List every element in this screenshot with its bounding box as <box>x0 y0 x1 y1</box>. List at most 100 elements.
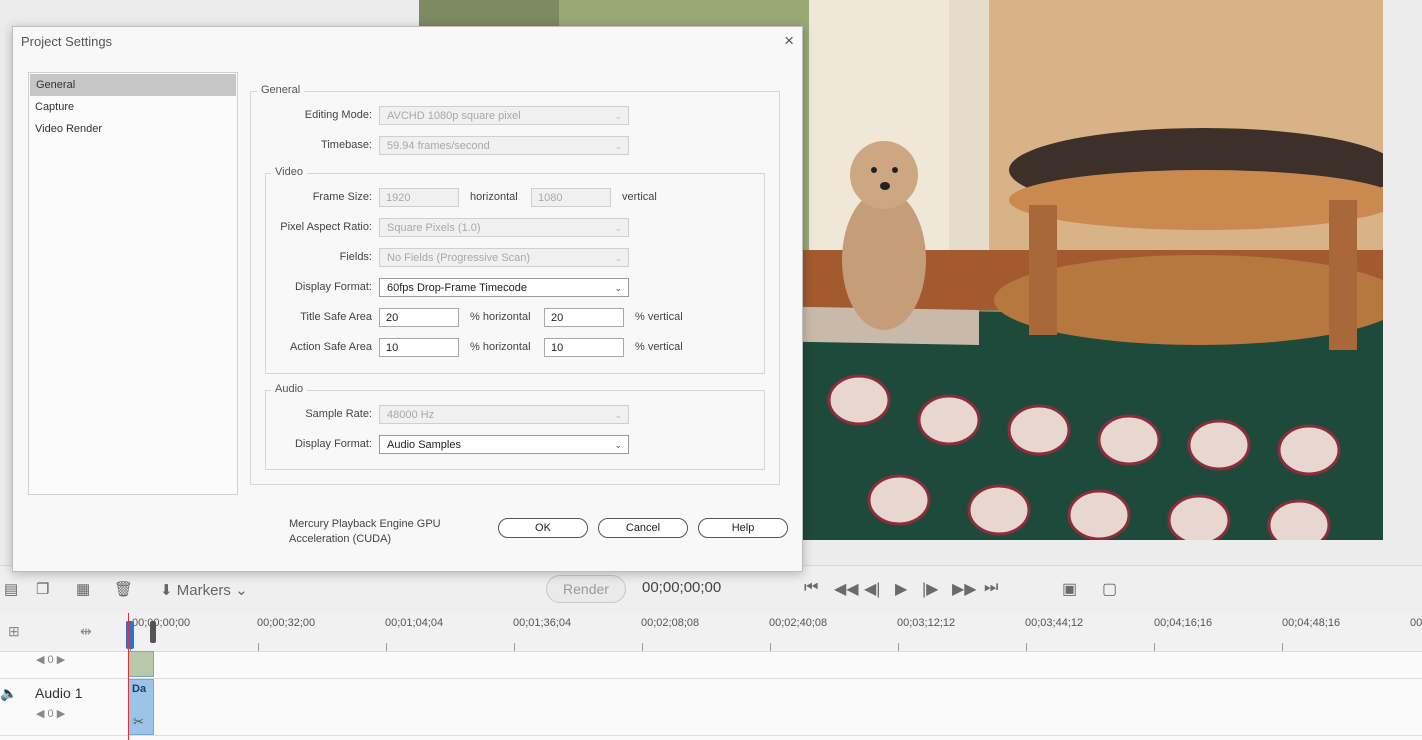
ruler-label: 00;02;40;08 <box>769 617 828 629</box>
video-display-format-label: Display Format: <box>294 281 372 293</box>
sidebar-item-video-render[interactable]: Video Render <box>29 118 237 140</box>
frame-size-label: Frame Size: <box>312 191 372 203</box>
sample-rate-select[interactable]: 48000 Hz ⌄ <box>379 405 629 424</box>
action-safe-h-field[interactable]: 10 <box>379 338 459 357</box>
dialog-title: Project Settings <box>21 34 113 49</box>
audio-clip[interactable]: Da ✂ <box>128 679 154 735</box>
gpu-acceleration-note: Mercury Playback Engine GPU Acceleration… <box>289 518 441 545</box>
video-clip[interactable] <box>128 651 154 677</box>
general-group: General Editing Mode: AVCHD 1080p square… <box>250 84 780 485</box>
chevron-down-icon: ⌄ <box>614 283 622 293</box>
ruler-label: 00;02;08;08 <box>641 617 700 629</box>
ruler-label: 00 <box>1410 617 1422 629</box>
chevron-down-icon: ⌄ <box>614 440 622 450</box>
track-settings-icon[interactable]: ⊞ <box>8 623 20 640</box>
audio-display-format-value: Audio Samples <box>387 439 461 451</box>
horizontal-label: horizontal <box>470 191 518 203</box>
ruler-label: 00;03;12;12 <box>897 617 956 629</box>
ruler-label: 00;04;16;16 <box>1154 617 1213 629</box>
go-to-end-icon[interactable]: ⏭ <box>984 579 998 597</box>
play-icon[interactable]: ▶ <box>895 579 907 599</box>
pixel-aspect-label: Pixel Aspect Ratio: <box>280 221 372 233</box>
editing-mode-value: AVCHD 1080p square pixel <box>387 110 521 122</box>
action-safe-label: Action Safe Area <box>290 341 372 353</box>
timebase-select[interactable]: 59.94 frames/second ⌄ <box>379 136 629 155</box>
timeline-panel[interactable]: ⊞ ⇹ 00;00;00;00 00;00;32;00 00;01;04;04 … <box>0 613 1422 740</box>
pixel-aspect-value: Square Pixels (1.0) <box>387 222 481 234</box>
video-display-format-select[interactable]: 60fps Drop-Frame Timecode ⌄ <box>379 278 629 297</box>
frame-height-field[interactable]: 1080 <box>531 188 611 207</box>
title-safe-v-field[interactable]: 20 <box>544 308 624 327</box>
video-display-format-value: 60fps Drop-Frame Timecode <box>387 282 527 294</box>
ruler-label: 00;00;32;00 <box>257 617 316 629</box>
ok-button[interactable]: OK <box>498 518 588 538</box>
expand-tracks-icon[interactable]: ⇹ <box>80 623 92 640</box>
render-button[interactable]: Render <box>546 575 626 603</box>
fields-select[interactable]: No Fields (Progressive Scan) ⌄ <box>379 248 629 267</box>
step-back-icon[interactable]: ◀◀ <box>834 579 859 599</box>
chevron-down-icon: ⌄ <box>235 582 248 599</box>
time-ruler[interactable]: ⊞ ⇹ 00;00;00;00 00;00;32;00 00;01;04;04 … <box>0 613 1422 652</box>
playhead-line <box>128 613 129 740</box>
insert-icon[interactable]: ▤ <box>4 580 18 598</box>
audio-track-value: 0 <box>47 708 54 720</box>
audio-group: Audio Sample Rate: 48000 Hz ⌄ Display Fo… <box>265 383 765 470</box>
ruler-label: 00;04;48;16 <box>1282 617 1341 629</box>
video-track-value: 0 <box>47 654 54 666</box>
action-safe-h-unit: % horizontal <box>470 341 531 353</box>
grid-icon[interactable]: ▦ <box>76 580 90 598</box>
help-button[interactable]: Help <box>698 518 788 538</box>
video-legend: Video <box>271 166 307 178</box>
sidebar-item-general[interactable]: General <box>30 74 236 96</box>
timebase-label: Timebase: <box>321 139 372 151</box>
title-safe-label: Title Safe Area <box>300 311 372 323</box>
sample-rate-value: 48000 Hz <box>387 409 435 421</box>
general-legend: General <box>257 84 305 96</box>
title-safe-h-field[interactable]: 20 <box>379 308 459 327</box>
audio-display-format-select[interactable]: Audio Samples ⌄ <box>379 435 629 454</box>
editing-mode-label: Editing Mode: <box>304 109 372 121</box>
cancel-button[interactable]: Cancel <box>598 518 688 538</box>
project-settings-dialog: Project Settings × General Capture Video… <box>12 26 803 572</box>
ruler-label: 00;00;00;00 <box>132 617 191 629</box>
speaker-icon[interactable]: 🔈 <box>0 685 17 702</box>
chevron-down-icon: ⌄ <box>614 111 622 121</box>
settings-sidebar: General Capture Video Render <box>28 72 238 495</box>
work-area-end-marker[interactable] <box>150 621 156 643</box>
chevron-down-icon: ⌄ <box>614 223 622 233</box>
chevron-down-icon: ⌄ <box>614 141 622 151</box>
chevron-down-icon: ⌄ <box>614 253 622 263</box>
copy-icon[interactable]: ❐ <box>36 580 49 598</box>
close-icon[interactable]: × <box>784 31 794 51</box>
trash-icon[interactable]: 🗑 <box>114 580 133 598</box>
timecode-display[interactable]: 00;00;00;00 <box>642 579 721 596</box>
frame-width-field[interactable]: 1920 <box>379 188 459 207</box>
frame-back-icon[interactable]: ◀| <box>864 579 880 599</box>
sidebar-item-capture[interactable]: Capture <box>29 96 237 118</box>
audio-legend: Audio <box>271 383 308 395</box>
audio-display-format-label: Display Format: <box>294 438 372 450</box>
go-to-start-icon[interactable]: ⏮ <box>804 579 818 597</box>
fields-value: No Fields (Progressive Scan) <box>387 252 531 264</box>
safe-margin-icon[interactable]: ▣ <box>1062 579 1077 599</box>
title-safe-h-unit: % horizontal <box>470 311 531 323</box>
ruler-label: 00;01;04;04 <box>385 617 444 629</box>
action-safe-v-field[interactable]: 10 <box>544 338 624 357</box>
video-track-nav[interactable]: ◀ 0 ▶ <box>36 653 65 666</box>
markers-label: Markers <box>176 582 231 599</box>
step-forward-icon[interactable]: ▶▶ <box>952 579 977 599</box>
timebase-value: 59.94 frames/second <box>387 140 490 152</box>
video-track[interactable]: ◀ 0 ▶ <box>0 651 1422 679</box>
title-safe-v-unit: % vertical <box>635 311 683 323</box>
pixel-aspect-select[interactable]: Square Pixels (1.0) ⌄ <box>379 218 629 237</box>
audio-track-name: Audio 1 <box>35 685 83 701</box>
audio-track-nav[interactable]: ◀ 0 ▶ <box>36 707 65 720</box>
editing-mode-select[interactable]: AVCHD 1080p square pixel ⌄ <box>379 106 629 125</box>
markers-dropdown[interactable]: ⬇ Markers ⌄ <box>160 581 248 599</box>
audio-track[interactable]: 🔈 Audio 1 ◀ 0 ▶ Da ✂ <box>0 613 1422 740</box>
action-safe-v-unit: % vertical <box>635 341 683 353</box>
sample-rate-label: Sample Rate: <box>305 408 372 420</box>
export-frame-icon[interactable]: ▢ <box>1102 579 1117 599</box>
frame-forward-icon[interactable]: |▶ <box>922 579 938 599</box>
vertical-label: vertical <box>622 191 657 203</box>
